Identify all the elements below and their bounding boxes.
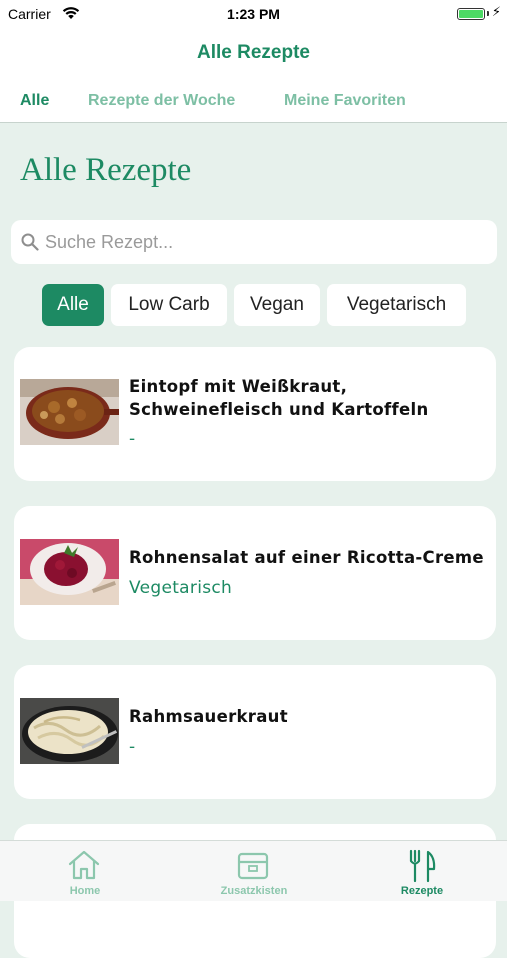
tabbar-rezepte[interactable]: Rezepte	[362, 841, 482, 901]
filter-vegan[interactable]: Vegan	[234, 284, 320, 326]
home-icon	[68, 850, 100, 880]
tab-bar: Home Zusatzkisten Rezepte	[0, 840, 507, 901]
battery-tip	[487, 11, 489, 16]
tab-meine-favoriten[interactable]: Meine Favoriten	[284, 92, 406, 110]
recipe-title: Rohnensalat auf einer Ricotta-Creme	[129, 548, 484, 567]
recipe-tag: -	[129, 737, 136, 757]
filter-vegetarisch[interactable]: Vegetarisch	[327, 284, 466, 326]
beet-salad-image	[20, 539, 119, 605]
navigation-bar: Alle Rezepte	[0, 28, 507, 78]
tabbar-label: Zusatzkisten	[220, 885, 288, 897]
tabbar-label: Rezepte	[400, 885, 444, 897]
recipe-card[interactable]: Rohnensalat auf einer Ricotta-Creme Vege…	[14, 506, 496, 640]
search-icon	[21, 233, 39, 251]
search-bar[interactable]	[11, 220, 497, 264]
recipe-title: Rahmsauerkraut	[129, 707, 288, 726]
tab-alle[interactable]: Alle	[20, 92, 49, 110]
status-time: 1:23 PM	[227, 6, 280, 22]
search-input[interactable]	[45, 226, 485, 258]
recipe-tabs: Alle Rezepte der Woche Meine Favoriten	[0, 78, 507, 123]
recipe-card[interactable]: Rahmsauerkraut -	[14, 665, 496, 799]
tabbar-zusatzkisten[interactable]: Zusatzkisten	[194, 841, 314, 901]
recipe-tag: Vegetarisch	[129, 578, 233, 598]
battery-icon	[457, 8, 485, 20]
recipe-tag: -	[129, 429, 136, 449]
fork-knife-icon	[409, 849, 436, 883]
filter-alle[interactable]: Alle	[42, 284, 104, 326]
filter-low-carb[interactable]: Low Carb	[111, 284, 227, 326]
tab-rezepte-der-woche[interactable]: Rezepte der Woche	[88, 92, 235, 110]
recipe-title: Eintopf mit Weißkraut, Schweinefleisch u…	[129, 377, 429, 419]
stew-pot-image	[20, 379, 119, 445]
tabbar-home[interactable]: Home	[25, 841, 145, 901]
nav-title: Alle Rezepte	[197, 42, 310, 63]
page-title: Alle Rezepte	[20, 152, 192, 188]
tabbar-label: Home	[69, 885, 101, 897]
status-bar: Carrier 1:23 PM ⚡	[0, 0, 507, 28]
sauerkraut-pan-image	[20, 698, 119, 764]
charging-icon: ⚡	[491, 5, 501, 20]
battery-level	[459, 10, 483, 18]
box-icon	[237, 852, 269, 880]
recipe-card[interactable]: Eintopf mit Weißkraut, Schweinefleisch u…	[14, 347, 496, 481]
